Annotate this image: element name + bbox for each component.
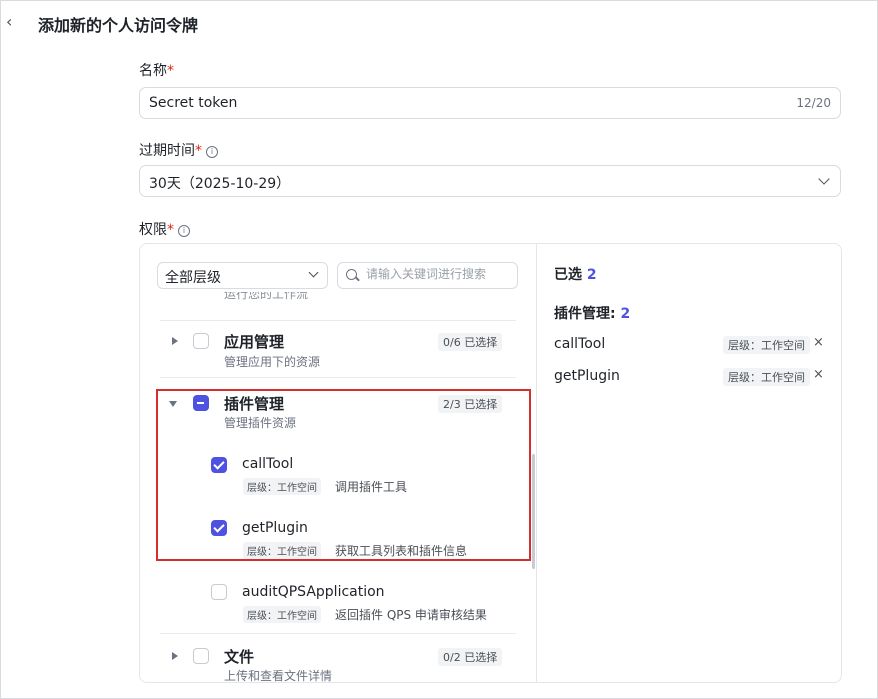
expiry-select[interactable]: 30天（2025-10-29） xyxy=(139,165,841,197)
highlight-box xyxy=(156,389,531,561)
caret-right-icon[interactable] xyxy=(172,652,178,660)
scrollbar[interactable] xyxy=(532,454,535,569)
group-desc: 上传和查看文件详情 xyxy=(224,669,333,683)
level-tag: 层级：工作空间 xyxy=(723,336,810,354)
search-box[interactable] xyxy=(337,262,518,289)
permissions-label: 权限* i xyxy=(139,219,190,239)
chevron-down-icon xyxy=(818,173,830,185)
caret-right-icon[interactable] xyxy=(172,337,178,345)
level-tag: 层级：工作空间 xyxy=(723,368,810,386)
name-input-value: Secret token xyxy=(149,95,238,111)
selected-item: getPlugin xyxy=(554,368,620,384)
item-checkbox-auditqpsapplication[interactable] xyxy=(211,584,227,600)
chevron-left-icon[interactable]: ‹ xyxy=(6,13,20,31)
scope-select-value: 全部层级 xyxy=(165,270,221,286)
selected-group-count: 2 xyxy=(620,306,631,322)
info-icon[interactable]: i xyxy=(178,225,190,237)
item-name: auditQPSApplication xyxy=(242,584,385,600)
selected-title: 已选 2 xyxy=(554,267,597,283)
name-input[interactable]: Secret token 12/20 xyxy=(139,87,841,119)
group-title: 文件 xyxy=(224,648,255,666)
group-checkbox-files[interactable] xyxy=(193,648,209,664)
name-label: 名称* xyxy=(139,63,174,79)
expiry-select-value: 30天（2025-10-29） xyxy=(149,176,291,192)
char-counter: 12/20 xyxy=(796,96,831,110)
group-desc: 管理应用下的资源 xyxy=(224,355,321,369)
selected-count: 2 xyxy=(586,267,597,283)
selected-pane: 已选 2 插件管理: 2 callTool 层级：工作空间 × getPlugi… xyxy=(536,244,841,682)
scope-select[interactable]: 全部层级 xyxy=(157,262,328,289)
selected-group: 插件管理: 2 xyxy=(554,306,631,322)
selection-badge: 0/6 已选择 xyxy=(438,333,503,351)
close-icon[interactable]: × xyxy=(813,367,824,382)
level-tag: 层级：工作空间 xyxy=(243,606,321,623)
chevron-down-icon xyxy=(308,267,319,278)
search-input[interactable] xyxy=(366,267,514,281)
required-mark: * xyxy=(167,63,174,79)
divider xyxy=(160,320,516,321)
page-title: 添加新的个人访问令牌 xyxy=(38,16,199,35)
permissions-list-pane: 全部层级 运行您的工作流 应用管理 管理应用下的资源 0/6 已选择 插件管理 … xyxy=(140,244,536,683)
selected-item: callTool xyxy=(554,336,606,352)
cut-off-description: 运行您的工作流 xyxy=(224,292,309,301)
info-icon[interactable]: i xyxy=(206,146,218,158)
required-mark: * xyxy=(195,143,202,159)
search-icon xyxy=(346,269,357,280)
selection-badge: 0/2 已选择 xyxy=(438,648,503,666)
permissions-panel: 全部层级 运行您的工作流 应用管理 管理应用下的资源 0/6 已选择 插件管理 … xyxy=(139,243,842,683)
expiry-label: 过期时间* i xyxy=(139,140,218,160)
group-title: 应用管理 xyxy=(224,333,285,351)
required-mark: * xyxy=(167,222,174,238)
close-icon[interactable]: × xyxy=(813,335,824,350)
item-desc: 返回插件 QPS 申请审核结果 xyxy=(335,608,487,622)
divider xyxy=(160,633,516,634)
group-checkbox-app-management[interactable] xyxy=(193,333,209,349)
divider xyxy=(160,377,516,378)
